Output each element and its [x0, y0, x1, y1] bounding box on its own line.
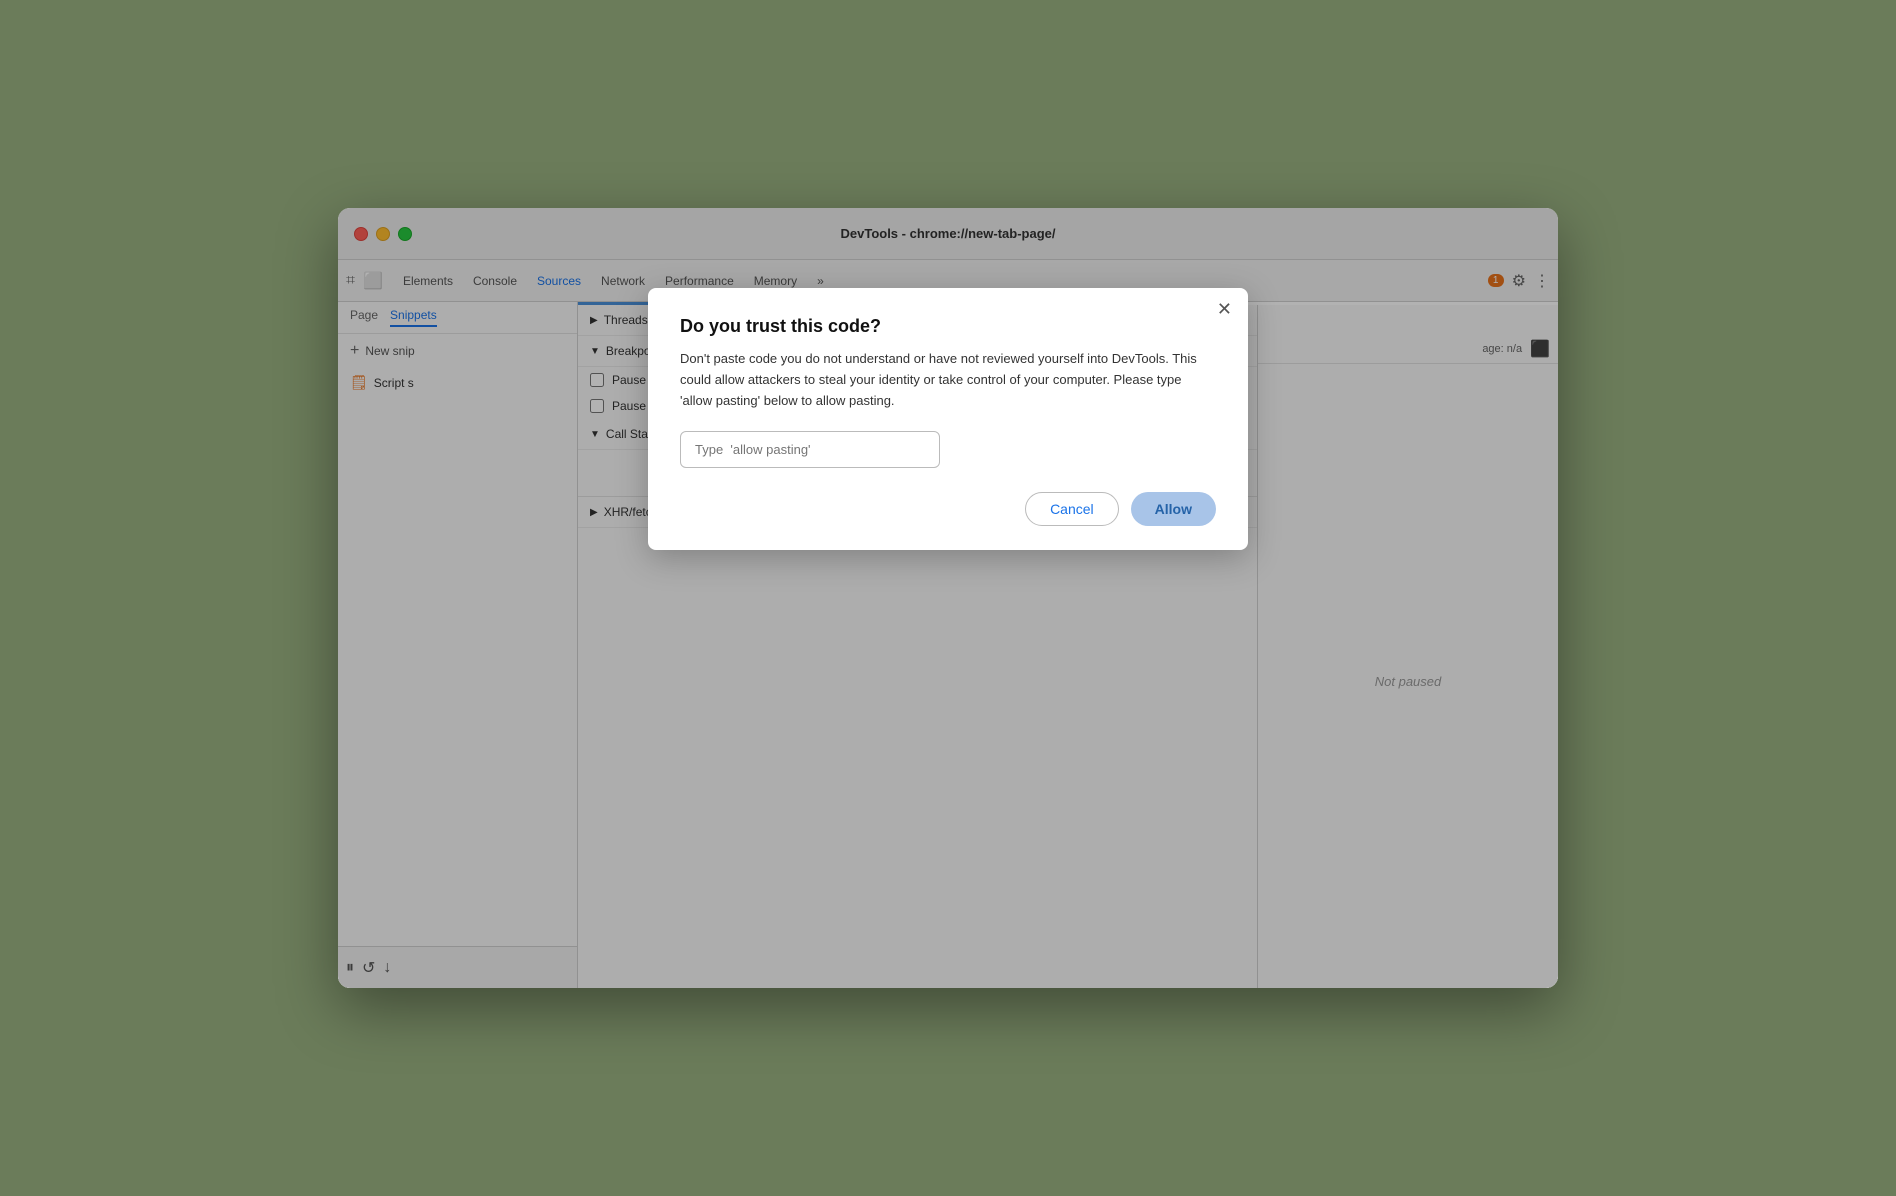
modal-body: Don't paste code you do not understand o… [680, 349, 1216, 411]
modal-overlay: ✕ Do you trust this code? Don't paste co… [338, 208, 1558, 988]
allow-button[interactable]: Allow [1131, 492, 1216, 526]
allow-pasting-input[interactable] [680, 431, 940, 468]
devtools-window: DevTools - chrome://new-tab-page/ ⌗ ⬜ El… [338, 208, 1558, 988]
modal-title: Do you trust this code? [680, 316, 1216, 337]
modal-close-button[interactable]: ✕ [1217, 300, 1232, 318]
trust-code-modal: ✕ Do you trust this code? Don't paste co… [648, 288, 1248, 550]
cancel-button[interactable]: Cancel [1025, 492, 1119, 526]
modal-buttons: Cancel Allow [680, 492, 1216, 526]
